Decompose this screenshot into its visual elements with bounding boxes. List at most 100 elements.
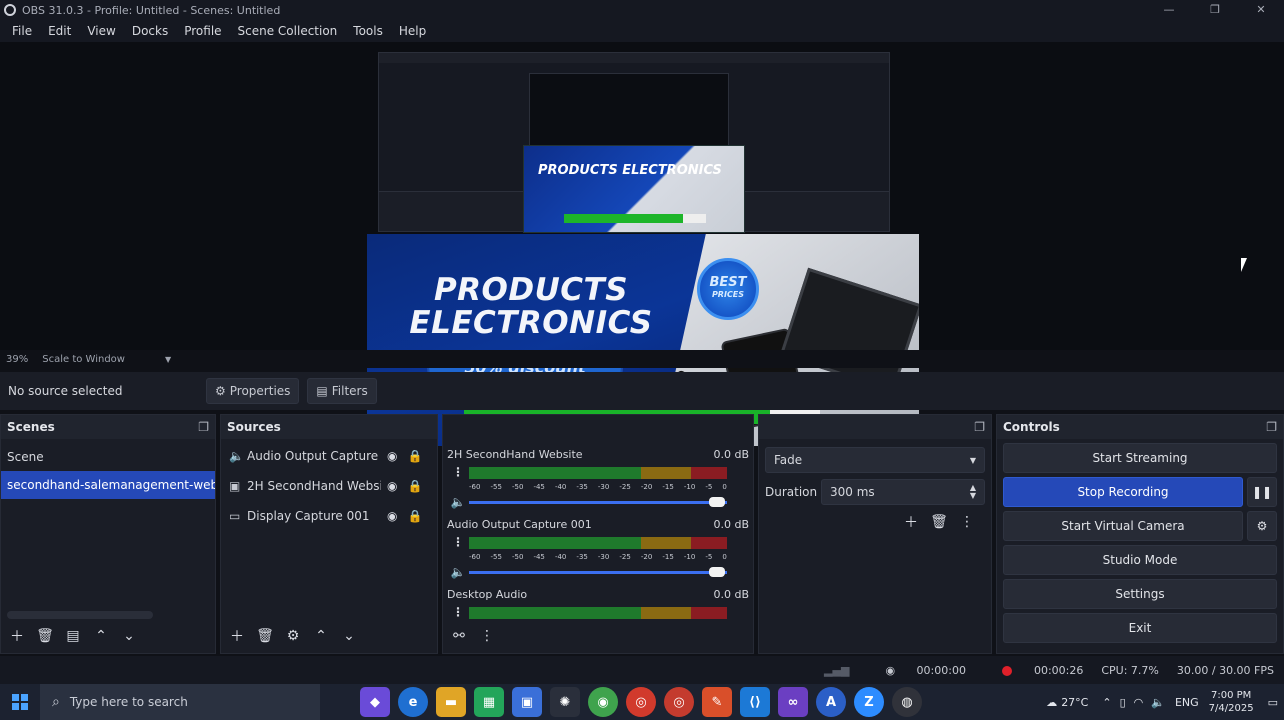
visual-studio-icon[interactable]: ∞ bbox=[778, 687, 808, 717]
studio-mode-button[interactable]: Studio Mode bbox=[1003, 545, 1277, 575]
obs-icon[interactable]: ◍ bbox=[892, 687, 922, 717]
edge-icon[interactable]: e bbox=[398, 687, 428, 717]
azure-data-studio-icon[interactable]: A bbox=[816, 687, 846, 717]
chevron-down-icon[interactable]: ⌄ bbox=[337, 625, 361, 647]
scale-mode-select[interactable]: Scale to Window bbox=[42, 354, 125, 365]
speaker-icon[interactable]: 🔈 bbox=[447, 565, 469, 579]
menu-profile[interactable]: Profile bbox=[176, 24, 229, 38]
zoom-icon[interactable]: Z bbox=[854, 687, 884, 717]
chatgpt-icon[interactable]: ✺ bbox=[550, 687, 580, 717]
taskbar-apps: ◆ e ▬ ▦ ▣ ✺ ◉ ◎ ◎ ✎ ⟨⟩ ∞ A Z ◍ bbox=[356, 687, 926, 717]
trash-icon[interactable]: 🗑 bbox=[927, 511, 951, 533]
speaker-icon[interactable]: 🔈 bbox=[447, 495, 469, 509]
lock-icon[interactable]: 🔒 bbox=[407, 509, 422, 523]
taskbar-search[interactable]: ⌕ Type here to search bbox=[40, 684, 320, 720]
vscode-icon[interactable]: ⟨⟩ bbox=[740, 687, 770, 717]
eye-icon[interactable]: ◉ bbox=[387, 509, 397, 523]
notification-icon[interactable]: ▭ bbox=[1268, 696, 1278, 709]
pause-icon: ❚❚ bbox=[1251, 485, 1273, 499]
add-icon[interactable]: ＋ bbox=[899, 511, 923, 533]
chevron-up-icon[interactable]: ⌃ bbox=[1102, 696, 1111, 709]
undock-icon[interactable]: ❐ bbox=[1266, 420, 1277, 434]
clock[interactable]: 7:00 PM 7/4/2025 bbox=[1209, 689, 1254, 715]
settings-button[interactable]: Settings bbox=[1003, 579, 1277, 609]
add-icon[interactable]: ＋ bbox=[5, 625, 29, 647]
spin-arrows-icon[interactable]: ▲ ▼ bbox=[970, 484, 976, 500]
file-explorer-icon[interactable]: ▬ bbox=[436, 687, 466, 717]
more-options-icon[interactable]: ⋮ bbox=[955, 511, 979, 533]
lock-icon[interactable]: 🔒 bbox=[407, 449, 422, 463]
virtual-camera-settings-button[interactable]: ⚙ bbox=[1247, 511, 1277, 541]
undock-icon[interactable]: ❐ bbox=[198, 420, 209, 434]
close-button[interactable]: ✕ bbox=[1238, 0, 1284, 20]
chevron-down-icon[interactable]: ▼ bbox=[165, 355, 171, 364]
more-options-icon[interactable]: ⋮ bbox=[447, 535, 469, 549]
system-tray: ☁ 27°C ⌃ ▯ ◠ 🔈 ENG 7:00 PM 7/4/2025 ▭ bbox=[1046, 684, 1278, 720]
exit-button[interactable]: Exit bbox=[1003, 613, 1277, 643]
temperature[interactable]: 27°C bbox=[1061, 696, 1088, 709]
weather-icon: ☁ bbox=[1046, 695, 1058, 709]
app-icon[interactable]: ✎ bbox=[702, 687, 732, 717]
copilot-icon[interactable]: ◆ bbox=[360, 687, 390, 717]
title-bar: OBS 31.0.3 - Profile: Untitled - Scenes:… bbox=[0, 0, 1284, 20]
eye-icon[interactable]: ◉ bbox=[387, 449, 397, 463]
menu-edit[interactable]: Edit bbox=[40, 24, 79, 38]
menu-help[interactable]: Help bbox=[391, 24, 434, 38]
controls-title: Controls bbox=[1003, 420, 1060, 434]
more-options-icon[interactable]: ⋮ bbox=[475, 625, 499, 647]
transition-select[interactable]: Fade ▼ bbox=[765, 447, 985, 473]
volume-meter bbox=[469, 535, 727, 549]
scene-item-active[interactable]: secondhand-salemanagement-website bbox=[1, 471, 215, 499]
pause-recording-button[interactable]: ❚❚ bbox=[1247, 477, 1277, 507]
volume-slider[interactable] bbox=[469, 494, 727, 510]
wifi-icon[interactable]: ◠ bbox=[1134, 696, 1144, 709]
chevron-up-icon[interactable]: ⌃ bbox=[89, 625, 113, 647]
duration-spinbox[interactable]: 300 ms ▲ ▼ bbox=[821, 479, 985, 505]
chevron-up-icon[interactable]: ⌃ bbox=[309, 625, 333, 647]
scene-item[interactable]: Scene bbox=[1, 443, 215, 471]
minimize-button[interactable]: — bbox=[1146, 0, 1192, 20]
channel-db: 0.0 dB bbox=[713, 518, 749, 531]
source-list: 🔈 Audio Output Capture 0 ◉ 🔒 ▣ 2H Second… bbox=[221, 441, 437, 531]
start-button[interactable] bbox=[0, 684, 40, 720]
trash-icon[interactable]: 🗑 bbox=[253, 625, 277, 647]
filter-icon[interactable]: ▤ bbox=[61, 625, 85, 647]
lock-icon[interactable]: 🔒 bbox=[407, 479, 422, 493]
menu-file[interactable]: File bbox=[4, 24, 40, 38]
volume-icon[interactable]: 🔈 bbox=[1151, 696, 1165, 709]
maximize-button[interactable]: ❐ bbox=[1192, 0, 1238, 20]
undock-icon[interactable]: ❐ bbox=[974, 420, 985, 434]
menu-scene-collection[interactable]: Scene Collection bbox=[230, 24, 346, 38]
language-indicator[interactable]: ENG bbox=[1175, 696, 1199, 709]
mixer-channel: 2H SecondHand Website 0.0 dB ⋮ -60 -55 -50… bbox=[443, 447, 753, 511]
source-item[interactable]: 🔈 Audio Output Capture 0 ◉ 🔒 bbox=[221, 441, 437, 471]
trash-icon[interactable]: 🗑 bbox=[33, 625, 57, 647]
add-icon[interactable]: ＋ bbox=[225, 625, 249, 647]
store-icon[interactable]: ▣ bbox=[512, 687, 542, 717]
source-item[interactable]: ▣ 2H SecondHand Websit ◉ 🔒 bbox=[221, 471, 437, 501]
start-streaming-button[interactable]: Start Streaming bbox=[1003, 443, 1277, 473]
app-grid-icon[interactable]: ▦ bbox=[474, 687, 504, 717]
source-item[interactable]: ▭ Display Capture 001 ◉ 🔒 bbox=[221, 501, 437, 531]
chrome-profile-icon[interactable]: ◎ bbox=[664, 687, 694, 717]
stop-recording-button[interactable]: Stop Recording bbox=[1003, 477, 1243, 507]
menu-docks[interactable]: Docks bbox=[124, 24, 176, 38]
more-options-icon[interactable]: ⋮ bbox=[447, 465, 469, 479]
menu-view[interactable]: View bbox=[79, 24, 123, 38]
gear-icon[interactable]: ⚙ bbox=[281, 625, 305, 647]
filters-button[interactable]: ▤ Filters bbox=[307, 378, 377, 404]
browser-app-icon[interactable]: ◉ bbox=[588, 687, 618, 717]
volume-slider[interactable] bbox=[469, 564, 727, 580]
chrome-icon[interactable]: ◎ bbox=[626, 687, 656, 717]
nested-banner-image: PRODUCTS ELECTRONICS bbox=[523, 145, 745, 233]
recording-time: 00:00:26 bbox=[1033, 663, 1084, 677]
horizontal-scrollbar[interactable] bbox=[7, 611, 153, 619]
chevron-down-icon[interactable]: ⌄ bbox=[117, 625, 141, 647]
battery-icon[interactable]: ▯ bbox=[1120, 696, 1126, 709]
eye-icon[interactable]: ◉ bbox=[387, 479, 397, 493]
menu-tools[interactable]: Tools bbox=[345, 24, 391, 38]
more-options-icon[interactable]: ⋮ bbox=[447, 605, 469, 619]
link-icon[interactable]: ⚯ bbox=[447, 625, 471, 647]
start-virtual-camera-button[interactable]: Start Virtual Camera bbox=[1003, 511, 1243, 541]
properties-button[interactable]: ⚙ Properties bbox=[206, 378, 300, 404]
